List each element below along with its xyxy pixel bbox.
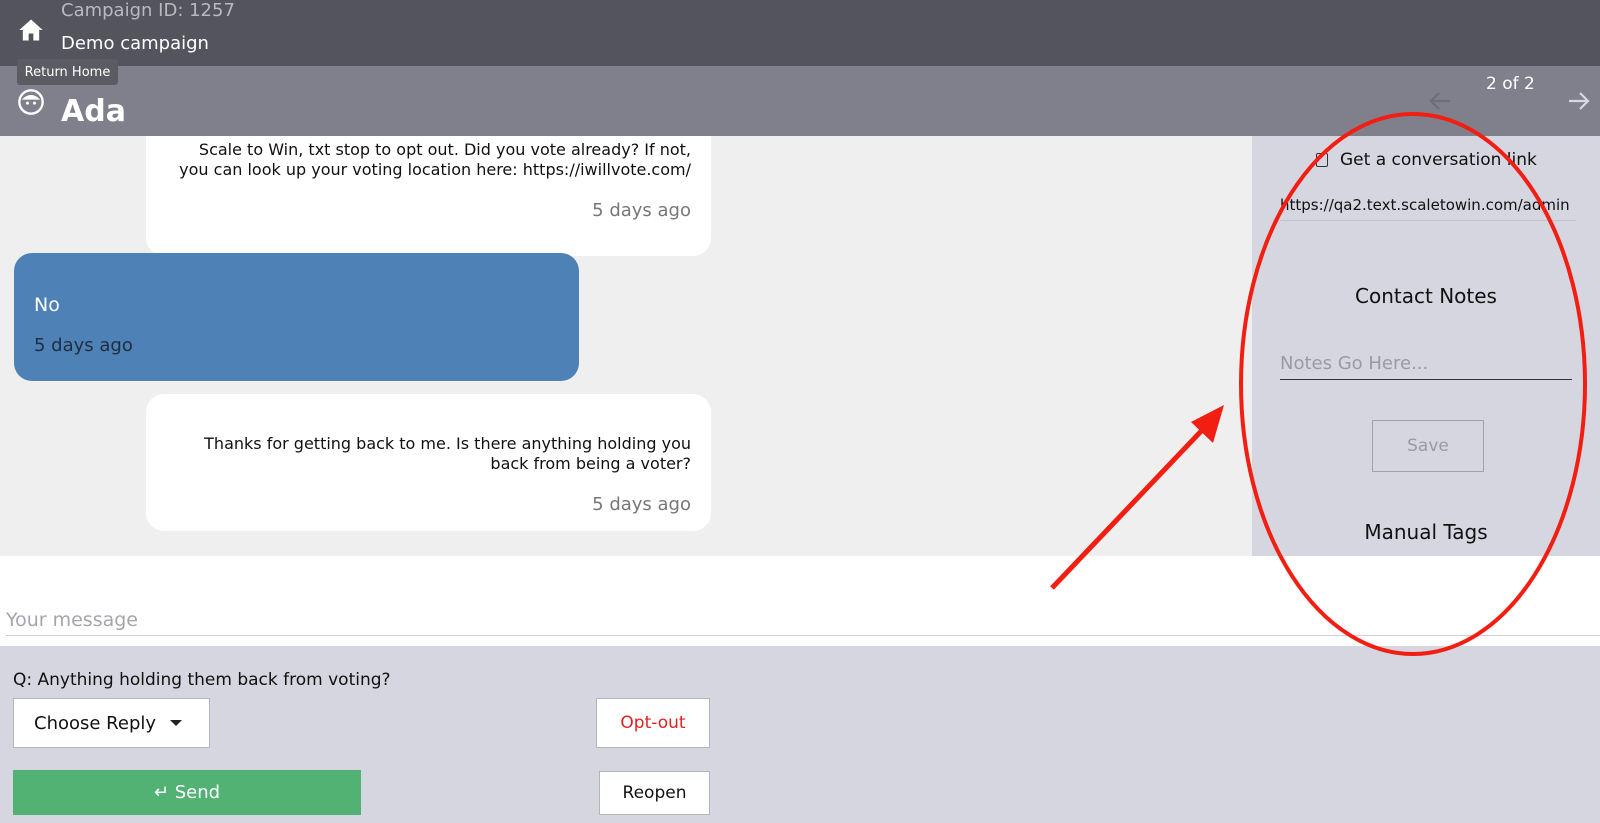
face-icon	[18, 89, 44, 115]
reopen-button[interactable]: Reopen	[599, 771, 710, 815]
home-icon[interactable]	[17, 16, 45, 44]
contact-notes-title: Contact Notes	[1355, 284, 1497, 308]
return-home-tooltip: Return Home	[17, 59, 118, 85]
send-button[interactable]: ↵ Send	[13, 770, 361, 815]
message-composer	[0, 556, 1600, 646]
message-time: 5 days ago	[592, 494, 691, 515]
message-bubble-incoming: No 5 days ago	[14, 253, 579, 381]
contact-bar: Ada 2 of 2	[0, 66, 1600, 136]
arrow-left-icon[interactable]	[1428, 90, 1452, 112]
campaign-name: Demo campaign	[61, 33, 209, 54]
message-input[interactable]	[6, 604, 1600, 636]
conversation-link-label: Get a conversation link	[1340, 150, 1537, 170]
contact-name: Ada	[61, 94, 126, 129]
message-bubble-outgoing: Thanks for getting back to me. Is there …	[146, 394, 711, 531]
message-text: Thanks for getting back to me. Is there …	[204, 434, 691, 473]
pager-count: 2 of 2	[1486, 74, 1535, 94]
conversation-thread[interactable]: Scale to Win, txt stop to opt out. Did y…	[0, 136, 1252, 556]
reply-panel: Q: Anything holding them back from votin…	[0, 646, 1600, 823]
contact-sidebar: Get a conversation link https://qa2.text…	[1252, 136, 1600, 556]
opt-out-button[interactable]: Opt-out	[596, 698, 710, 748]
contact-notes-input[interactable]	[1280, 348, 1572, 380]
caret-down-icon	[170, 720, 183, 726]
survey-question: Q: Anything holding them back from votin…	[13, 670, 391, 690]
choose-reply-label: Choose Reply	[34, 712, 157, 734]
save-notes-button[interactable]: Save	[1372, 420, 1484, 472]
message-text: No	[34, 294, 60, 316]
conversation-url[interactable]: https://qa2.text.scaletowin.com/admin	[1280, 196, 1576, 221]
message-text: Scale to Win, txt stop to opt out. Did y…	[179, 140, 691, 179]
message-time: 5 days ago	[592, 200, 691, 221]
choose-reply-dropdown[interactable]: Choose Reply	[13, 698, 210, 748]
manual-tags-title: Manual Tags	[1364, 520, 1488, 544]
campaign-id: Campaign ID: 1257	[61, 0, 235, 21]
conversation-link-toggle[interactable]: Get a conversation link	[1316, 150, 1537, 170]
message-time: 5 days ago	[34, 335, 133, 356]
checkbox-icon[interactable]	[1316, 153, 1328, 167]
top-bar: Campaign ID: 1257 Demo campaign	[0, 0, 1600, 66]
arrow-right-icon[interactable]	[1567, 90, 1591, 112]
message-bubble-outgoing: Scale to Win, txt stop to opt out. Did y…	[146, 136, 711, 256]
